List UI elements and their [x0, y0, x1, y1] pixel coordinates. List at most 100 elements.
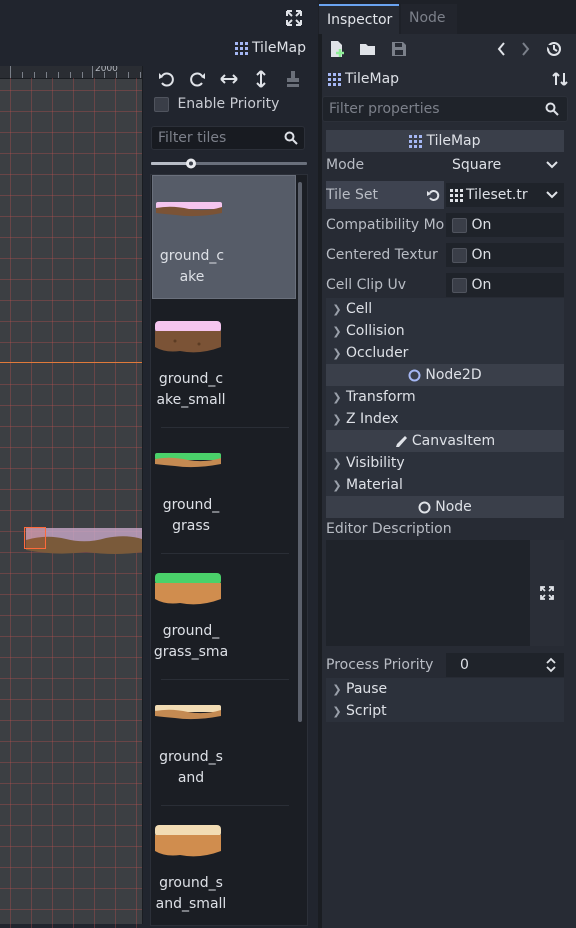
- history-forward-icon[interactable]: [516, 40, 534, 58]
- checkbox-box[interactable]: [154, 96, 169, 112]
- tile-item[interactable]: ground_ grass_sma: [152, 553, 296, 677]
- revert-icon[interactable]: [426, 188, 440, 202]
- search-icon: [545, 102, 559, 116]
- property-process-priority: Process Priority 0: [326, 651, 564, 679]
- chevron-right-icon: ❯: [332, 413, 342, 426]
- tile-item[interactable]: ground_c ake: [152, 175, 296, 299]
- tile-list-scrollbar[interactable]: [298, 182, 302, 722]
- chevron-right-icon: ❯: [332, 479, 342, 492]
- tile-thumbnail: [155, 705, 221, 720]
- tile-item[interactable]: ground_s and: [152, 679, 296, 803]
- search-icon: [284, 131, 298, 145]
- mode-select[interactable]: Square: [446, 153, 564, 177]
- checkbox-box[interactable]: [452, 217, 467, 233]
- category-label: Collision: [346, 323, 405, 339]
- tile-set-value: Tileset.tr: [466, 187, 528, 203]
- category-cell[interactable]: ❯ Cell: [326, 298, 564, 320]
- category-label: Pause: [346, 681, 388, 697]
- section-tilemap: TileMap: [326, 130, 564, 152]
- tileset-icon: [450, 188, 463, 202]
- expand-icon: [540, 586, 554, 600]
- category-occluder[interactable]: ❯ Occluder: [326, 342, 564, 364]
- history-back-icon[interactable]: [493, 40, 511, 58]
- clear-transform-icon[interactable]: [282, 68, 304, 90]
- centered-textures-checkbox[interactable]: On: [446, 243, 564, 267]
- property-compatibility-mode: Compatibility Mo On: [326, 211, 564, 239]
- property-tile-set: Tile Set Tileset.tr: [326, 181, 564, 209]
- tab-inspector[interactable]: Inspector: [319, 4, 399, 34]
- property-cell-clip-uv: Cell Clip Uv On: [326, 271, 564, 299]
- tile-item[interactable]: ground_ grass: [152, 427, 296, 551]
- category-label: Script: [346, 703, 387, 719]
- category-collision[interactable]: ❯ Collision: [326, 320, 564, 342]
- flip-horizontal-icon[interactable]: [218, 68, 240, 90]
- tile-thumbnail: [155, 453, 221, 468]
- new-resource-icon[interactable]: [328, 40, 346, 58]
- filter-tiles-field[interactable]: [151, 126, 305, 150]
- chevron-right-icon: ❯: [332, 391, 342, 404]
- category-script[interactable]: ❯ Script: [326, 700, 564, 722]
- open-folder-icon[interactable]: [359, 40, 377, 58]
- object-properties-icon[interactable]: [552, 71, 568, 87]
- expand-button[interactable]: [530, 540, 564, 646]
- checkbox-box[interactable]: [452, 247, 467, 263]
- fullscreen-icon[interactable]: [285, 9, 303, 27]
- compatibility-checkbox[interactable]: On: [446, 213, 564, 237]
- tile-name: ground_s and_small: [155, 875, 227, 912]
- editor-description-textarea[interactable]: [326, 540, 564, 646]
- filter-properties-field[interactable]: [322, 96, 568, 122]
- tile-name: ground_c ake: [159, 248, 225, 285]
- process-priority-spinbox[interactable]: 0: [446, 653, 564, 677]
- property-centered-textures: Centered Textur On: [326, 241, 564, 269]
- tile-cursor: [24, 527, 46, 549]
- category-pause[interactable]: ❯ Pause: [326, 678, 564, 700]
- spinbox-value: 0: [460, 657, 469, 673]
- property-mode: Mode Square: [326, 151, 564, 179]
- category-label: Visibility: [346, 455, 405, 471]
- checkbox-box[interactable]: [452, 277, 467, 293]
- category-label: Material: [346, 477, 403, 493]
- tile-name: ground_ grass: [162, 497, 220, 534]
- tilemap-icon: [234, 41, 248, 55]
- property-label: Centered Textur: [326, 247, 438, 263]
- category-material[interactable]: ❯ Material: [326, 474, 564, 496]
- property-label: Process Priority: [326, 657, 434, 673]
- tab-node[interactable]: Node: [401, 4, 457, 34]
- enable-priority-checkbox[interactable]: Enable Priority: [154, 96, 314, 120]
- rotate-right-icon[interactable]: [186, 68, 208, 90]
- spinner-arrows-icon[interactable]: [546, 657, 556, 673]
- chevron-right-icon: ❯: [332, 457, 342, 470]
- editor-topbar: [0, 0, 318, 34]
- tile-item[interactable]: ground_c ake_small: [152, 301, 296, 425]
- ruler-label: 2000: [95, 66, 118, 74]
- category-transform[interactable]: ❯ Transform: [326, 386, 564, 408]
- tile-item[interactable]: ground_s and_small: [152, 805, 296, 925]
- cell-clip-uv-checkbox[interactable]: On: [446, 273, 564, 297]
- section-title: Node2D: [425, 367, 482, 383]
- tile-name: ground_c ake_small: [156, 371, 226, 408]
- zoom-slider[interactable]: [151, 157, 307, 169]
- chevron-right-icon: ❯: [332, 705, 342, 718]
- tile-thumbnail: [155, 825, 221, 857]
- chevron-down-icon[interactable]: [546, 190, 558, 200]
- flip-vertical-icon[interactable]: [250, 68, 272, 90]
- filter-tiles-input[interactable]: [152, 127, 284, 149]
- history-icon[interactable]: [545, 40, 563, 58]
- property-label: Mode: [326, 157, 365, 173]
- node-icon: [418, 501, 431, 513]
- enable-priority-label: Enable Priority: [177, 96, 280, 112]
- category-z-index[interactable]: ❯ Z Index: [326, 408, 564, 430]
- editor-description-label: Editor Description: [326, 521, 452, 537]
- horizontal-ruler: 2000: [0, 66, 142, 79]
- node-label-text: TileMap: [251, 40, 306, 56]
- tile-thumbnail: [155, 573, 221, 605]
- rotate-left-icon[interactable]: [156, 68, 178, 90]
- tile-thumbnail: [156, 202, 222, 217]
- category-visibility[interactable]: ❯ Visibility: [326, 452, 564, 474]
- inspected-object-name: TileMap: [345, 71, 400, 87]
- filter-properties-input[interactable]: [323, 97, 545, 121]
- tile-set-resource-picker[interactable]: Tileset.tr: [446, 183, 564, 207]
- tile-list[interactable]: ground_c ake ground_c ake_small ground_ gra…: [150, 174, 308, 926]
- checkbox-label: On: [471, 277, 492, 293]
- save-icon[interactable]: [390, 40, 408, 58]
